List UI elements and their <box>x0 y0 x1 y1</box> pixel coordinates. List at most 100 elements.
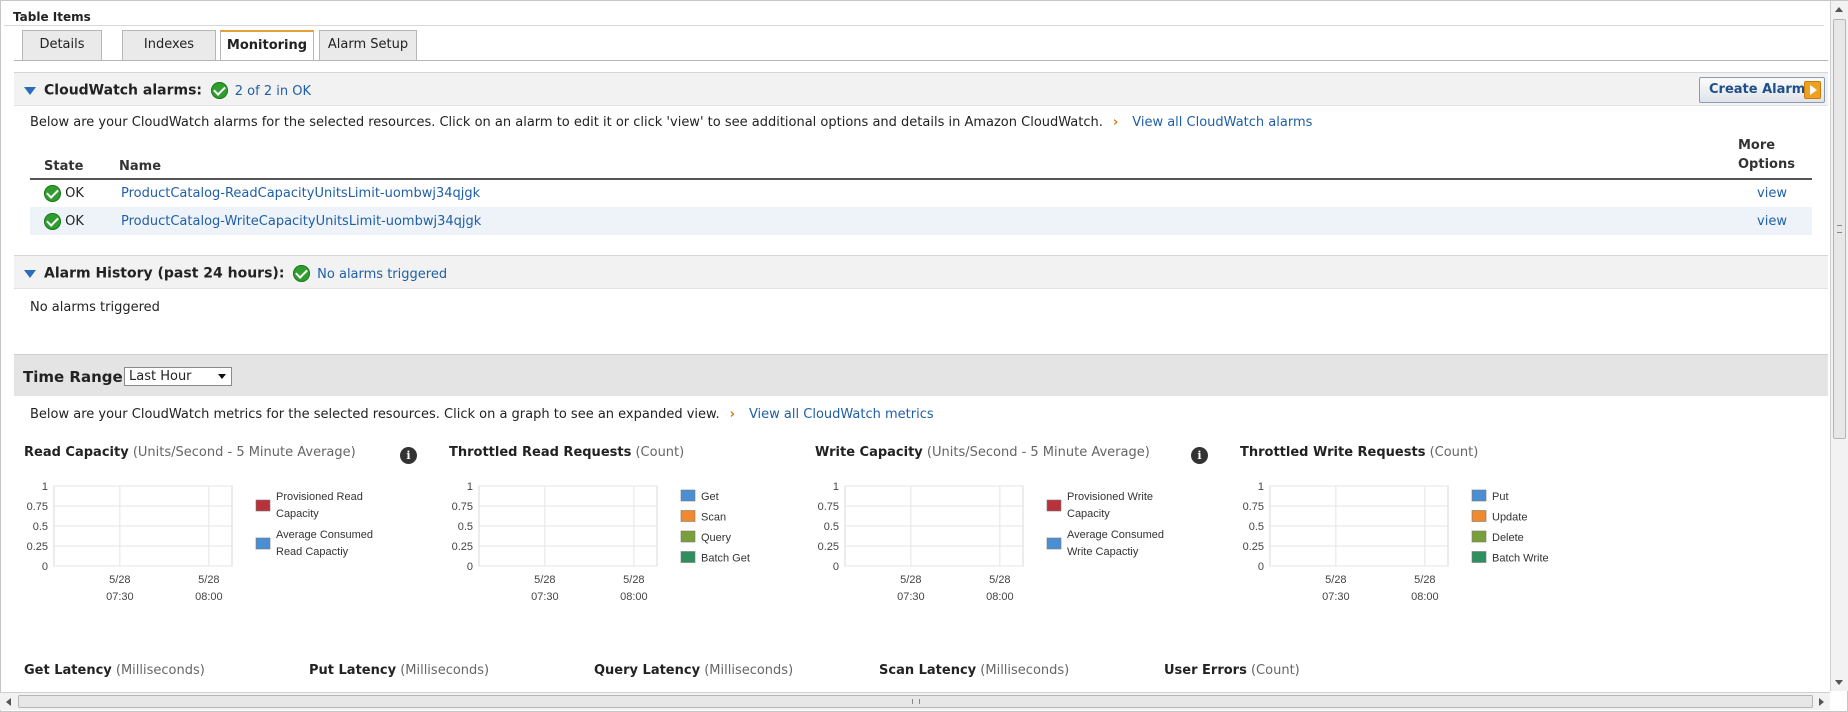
tab-alarm-setup[interactable]: Alarm Setup <box>319 30 417 60</box>
y-tick-label: 1 <box>467 481 473 493</box>
throttled-write-chart[interactable]: 1 0.75 0.5 0.25 0 5/28 07:30 5/28 08:00 Put Update… <box>1240 470 1590 620</box>
state-cell: OK <box>30 207 105 235</box>
y-tick-label: 0.75 <box>818 501 839 513</box>
history-title: Alarm History (past 24 hours): <box>44 265 285 282</box>
chart-title-write-capacity[interactable]: Write Capacity (Units/Second - 5 Minute … <box>815 445 1150 460</box>
chart-title: Get Latency <box>24 663 112 678</box>
state-cell: OK <box>30 179 105 207</box>
legend-swatch <box>1471 489 1487 502</box>
chart-title-scan-latency[interactable]: Scan Latency (Milliseconds) <box>879 663 1069 678</box>
chart-unit: (Units/Second - 5 Minute Average) <box>132 445 356 460</box>
x-tick-label: 07:30 <box>106 591 134 603</box>
x-tick-label: 08:00 <box>1411 591 1439 603</box>
x-tick-label: 07:30 <box>1322 591 1350 603</box>
scroll-up-icon[interactable] <box>1835 7 1843 12</box>
legend-swatch <box>255 499 271 512</box>
y-tick-label: 0.75 <box>1243 501 1264 513</box>
history-status-link[interactable]: No alarms triggered <box>317 267 447 282</box>
ok-check-icon <box>44 212 61 230</box>
y-tick-label: 1 <box>1258 481 1264 493</box>
chart-title-throttled-write[interactable]: Throttled Write Requests (Count) <box>1240 445 1478 460</box>
chart-title: Scan Latency <box>879 663 977 678</box>
chart-title-get-latency[interactable]: Get Latency (Milliseconds) <box>24 663 205 678</box>
view-link[interactable]: view <box>1757 186 1787 201</box>
legend-label: Provisioned Write <box>1067 491 1153 503</box>
tab-indexes[interactable]: Indexes <box>122 30 216 60</box>
scroll-left-icon[interactable] <box>6 698 11 706</box>
time-range-bar: Time Range: Last Hour <box>14 354 1828 396</box>
y-tick-label: 0.5 <box>458 521 473 533</box>
y-tick-label: 1 <box>42 481 48 493</box>
y-tick-label: 0 <box>833 561 839 573</box>
x-tick-label: 5/28 <box>623 574 644 586</box>
scroll-down-icon[interactable] <box>1835 680 1843 685</box>
legend-label: Average Consumed <box>276 529 373 541</box>
table-row[interactable]: OK ProductCatalog-ReadCapacityUnitsLimit… <box>30 179 1812 207</box>
chart-title-put-latency[interactable]: Put Latency (Milliseconds) <box>309 663 489 678</box>
chart-title: User Errors <box>1164 663 1247 678</box>
options-cell: view <box>1732 179 1812 207</box>
chart-unit: (Milliseconds) <box>704 663 794 678</box>
time-range-select[interactable]: Last Hour <box>124 367 232 386</box>
ok-check-icon <box>293 265 311 282</box>
alarms-section-title: CloudWatch alarms: 2 of 2 in OK <box>44 82 311 99</box>
ok-check-icon <box>210 82 228 99</box>
chart-title-read-capacity[interactable]: Read Capacity (Units/Second - 5 Minute A… <box>24 445 356 460</box>
collapse-triangle-icon[interactable] <box>24 87 36 95</box>
alarms-title: CloudWatch alarms: <box>44 82 203 99</box>
view-all-alarms-link[interactable]: View all CloudWatch alarms <box>1132 115 1312 130</box>
y-tick-label: 0.5 <box>1249 521 1264 533</box>
chart-title-throttled-read[interactable]: Throttled Read Requests (Count) <box>449 445 684 460</box>
chart-title: Put Latency <box>309 663 397 678</box>
chart-unit: (Units/Second - 5 Minute Average) <box>926 445 1150 460</box>
y-tick-label: 0.5 <box>824 521 839 533</box>
y-tick-label: 1 <box>833 481 839 493</box>
vertical-scrollbar[interactable] <box>1830 1 1848 691</box>
tab-underline <box>14 60 1828 61</box>
metrics-description: Below are your CloudWatch metrics for th… <box>30 407 720 422</box>
collapse-triangle-icon[interactable] <box>24 270 36 278</box>
info-icon[interactable]: i <box>1191 447 1208 464</box>
read-capacity-chart[interactable]: 1 0.75 0.5 0.25 0 5/28 07:30 5/28 08:00 Provision… <box>24 470 414 620</box>
legend-label: Update <box>1492 512 1527 524</box>
name-cell: ProductCatalog-ReadCapacityUnitsLimit-uo… <box>105 179 1732 207</box>
x-tick-label: 5/28 <box>1414 574 1435 586</box>
legend-swatch <box>255 537 271 550</box>
chart-unit: (Count) <box>635 445 685 460</box>
table-row[interactable]: OK ProductCatalog-WriteCapacityUnitsLimi… <box>30 207 1812 235</box>
write-capacity-chart[interactable]: 1 0.75 0.5 0.25 0 5/28 07:30 5/28 08:00 Provision… <box>815 470 1205 620</box>
tab-details[interactable]: Details <box>22 30 102 60</box>
chevron-right-icon: › <box>729 407 735 422</box>
x-tick-label: 08:00 <box>620 591 648 603</box>
chart-title-user-errors[interactable]: User Errors (Count) <box>1164 663 1300 678</box>
view-link[interactable]: view <box>1757 214 1787 229</box>
time-range-value: Last Hour <box>129 369 192 384</box>
options-cell: view <box>1732 207 1812 235</box>
scroll-right-icon[interactable] <box>1819 698 1824 706</box>
legend-swatch <box>680 510 696 522</box>
history-section-header: Alarm History (past 24 hours): No alarms… <box>14 255 1828 289</box>
arrow-right-icon <box>1804 81 1821 99</box>
chart-title: Write Capacity <box>815 445 923 460</box>
x-tick-label: 08:00 <box>195 591 223 603</box>
create-alarm-button[interactable]: Create Alarm <box>1699 77 1825 103</box>
col-header-name: Name <box>105 136 1732 180</box>
x-tick-label: 5/28 <box>109 574 130 586</box>
alarms-status-link[interactable]: 2 of 2 in OK <box>235 84 311 99</box>
y-tick-label: 0.25 <box>818 541 839 553</box>
alarm-name-link[interactable]: ProductCatalog-ReadCapacityUnitsLimit-uo… <box>121 186 480 201</box>
scroll-thumb[interactable] <box>1833 19 1846 439</box>
horizontal-scrollbar[interactable] <box>0 692 1830 710</box>
throttled-read-chart[interactable]: 1 0.75 0.5 0.25 0 5/28 07:30 5/28 08:00 Get Scan Qu… <box>449 470 799 620</box>
dropdown-arrow-icon <box>218 374 226 379</box>
alarm-name-link[interactable]: ProductCatalog-WriteCapacityUnitsLimit-u… <box>121 214 481 229</box>
x-tick-label: 5/28 <box>989 574 1010 586</box>
scroll-thumb[interactable] <box>18 695 1813 708</box>
chart-unit: (Count) <box>1429 445 1479 460</box>
tab-monitoring[interactable]: Monitoring <box>220 30 314 61</box>
view-all-metrics-link[interactable]: View all CloudWatch metrics <box>749 407 934 422</box>
chart-title-query-latency[interactable]: Query Latency (Milliseconds) <box>594 663 793 678</box>
chart-unit: (Milliseconds) <box>400 663 490 678</box>
info-icon[interactable]: i <box>400 447 417 464</box>
x-tick-label: 5/28 <box>534 574 555 586</box>
